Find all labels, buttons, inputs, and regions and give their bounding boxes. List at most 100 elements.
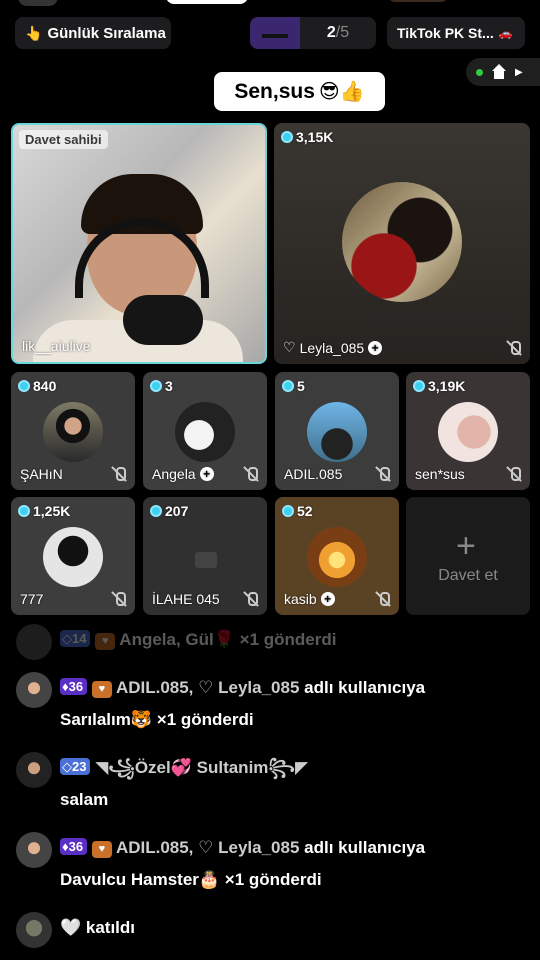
mic-muted-icon xyxy=(506,340,522,356)
live-home-bar[interactable]: ▶ xyxy=(466,58,540,86)
host-video-tile[interactable]: Davet sahibi lik__aiulive xyxy=(11,123,267,364)
gem-icon xyxy=(18,505,30,517)
mic-muted-icon xyxy=(375,591,391,607)
mic-muted-icon xyxy=(375,466,391,482)
guest-tile-kasib[interactable]: 52 kasib + xyxy=(275,497,399,615)
top-chips-row: 👆 Günlük Sıralama ▬▬ 2/5 TikTok PK St...… xyxy=(15,17,525,49)
guest-name: ADIL.085 xyxy=(284,466,343,482)
guest-tile-leyla[interactable]: 3,15K ♡ Leyla_085 + xyxy=(274,123,530,364)
gift-count: 52 xyxy=(282,503,313,519)
follow-plus-icon[interactable]: + xyxy=(320,592,335,606)
gem-icon xyxy=(150,505,162,517)
avatar[interactable] xyxy=(342,182,462,302)
chat-message: ◇23 ◥꧁Özel💞 Sultanim꧂◤ salam xyxy=(16,752,524,816)
guest-name: ♡ Leyla_085 + xyxy=(283,339,383,356)
heart-badge-icon: ♥ xyxy=(91,841,112,858)
avatar[interactable] xyxy=(307,402,367,462)
avatar[interactable] xyxy=(43,402,103,462)
gem-icon xyxy=(281,131,293,143)
avatar[interactable] xyxy=(307,527,367,587)
room-title: Sen,sus 😎👍 xyxy=(214,72,385,111)
chat-text: ♦36 ♥ ADIL.085, ♡ Leyla_085 adlı kullanı… xyxy=(60,838,426,889)
gift-count: 840 xyxy=(18,378,56,394)
guest-tile-sahin[interactable]: 840 ŞAHıN xyxy=(11,372,135,490)
guest-name: İLAHE 045 xyxy=(152,591,220,607)
heart-badge-icon: ♥ xyxy=(95,633,116,650)
gift-count: 207 xyxy=(150,503,188,519)
follow-plus-icon[interactable]: + xyxy=(368,340,383,355)
invite-tile[interactable]: + Davet et xyxy=(406,497,530,615)
chat-text: ♦36 ♥ ADIL.085, ♡ Leyla_085 adlı kullanı… xyxy=(60,678,426,729)
avatar[interactable] xyxy=(16,672,52,708)
gift-count: 5 xyxy=(282,378,305,394)
pk-progress-button[interactable]: ▬▬ 2/5 xyxy=(250,17,376,49)
level-badge: ◇14 xyxy=(60,630,91,647)
host-badge: Davet sahibi xyxy=(19,130,108,149)
chat-message: ♦36 ♥ ADIL.085, ♡ Leyla_085 adlı kullanı… xyxy=(16,832,524,896)
guest-tile-777[interactable]: 1,25K 777 xyxy=(11,497,135,615)
top-cut-strip xyxy=(0,0,540,8)
live-indicator-icon xyxy=(476,68,483,76)
play-arrow-icon[interactable]: ▶ xyxy=(515,67,523,78)
heart-badge-icon: ♥ xyxy=(91,681,112,698)
gift-count: 1,25K xyxy=(18,503,70,519)
viewer-avatars[interactable] xyxy=(388,0,448,2)
chat-message: 🤍 katıldı xyxy=(16,912,524,948)
follow-plus-icon[interactable]: + xyxy=(199,467,214,481)
avatar[interactable] xyxy=(175,402,235,462)
sticker-icon: 🚗 xyxy=(498,27,513,40)
guest-tile-adil[interactable]: 5 ADIL.085 xyxy=(275,372,399,490)
gem-icon xyxy=(18,380,30,392)
guest-name: kasib + xyxy=(284,591,335,607)
chat-text: ◇14 ♥ Angela, Gül🌹 ×1 gönderdi xyxy=(60,630,337,650)
avatar[interactable] xyxy=(438,402,498,462)
avatar[interactable] xyxy=(16,912,52,948)
guest-tile-sensus[interactable]: 3,19K sen*sus xyxy=(406,372,530,490)
avatar[interactable] xyxy=(18,0,58,6)
pk-stream-button[interactable]: TikTok PK St... 🚗 xyxy=(387,17,525,49)
gem-icon xyxy=(150,380,162,392)
guest-tile-angela[interactable]: 3 Angela + xyxy=(143,372,267,490)
add-icon: + xyxy=(456,527,476,565)
pk-stream-label: TikTok PK St... xyxy=(397,25,494,41)
sunglasses-icon: ▬▬ xyxy=(250,17,300,49)
home-icon[interactable] xyxy=(491,64,507,80)
guest-name: Angela + xyxy=(152,466,214,482)
guest-name: ŞAHıN xyxy=(20,466,63,482)
gift-count: 3,15K xyxy=(281,129,333,145)
chat-text: 🤍 katıldı xyxy=(60,918,136,937)
mic-muted-icon xyxy=(111,591,127,607)
host-badge-label: Davet sahibi xyxy=(25,132,102,147)
invite-label: Davet et xyxy=(438,567,498,584)
mic-muted-icon xyxy=(111,466,127,482)
host-video xyxy=(33,174,243,362)
room-title-emoji: 😎👍 xyxy=(318,81,365,103)
gem-icon xyxy=(413,380,425,392)
guest-name: 777 xyxy=(20,591,44,607)
daily-ranking-button[interactable]: 👆 Günlük Sıralama xyxy=(15,17,171,49)
level-badge: ♦36 xyxy=(60,838,88,855)
follow-pill[interactable] xyxy=(166,0,248,4)
avatar[interactable] xyxy=(16,832,52,868)
avatar[interactable] xyxy=(16,752,52,788)
guest-name: sen*sus xyxy=(415,466,465,482)
gift-count: 3,19K xyxy=(413,378,465,394)
daily-ranking-label: Günlük Sıralama xyxy=(47,24,166,42)
mic-muted-icon xyxy=(506,466,522,482)
avatar[interactable] xyxy=(43,527,103,587)
gift-count: 3 xyxy=(150,378,173,394)
gem-icon xyxy=(282,505,294,517)
level-badge: ♦36 xyxy=(60,678,88,695)
chat-text: ◇23 ◥꧁Özel💞 Sultanim꧂◤ salam xyxy=(60,758,309,809)
pointing-hand-icon: 👆 xyxy=(25,24,43,41)
mic-muted-icon xyxy=(243,466,259,482)
avatar[interactable] xyxy=(16,624,52,660)
gem-icon xyxy=(282,380,294,392)
cup-icon xyxy=(195,552,217,568)
mic-muted-icon xyxy=(243,591,259,607)
guest-tile-ilahe[interactable]: 207 İLAHE 045 xyxy=(143,497,267,615)
room-title-text: Sen,sus xyxy=(234,79,315,103)
host-name: lik__aiulive xyxy=(22,338,91,354)
microphone-icon xyxy=(123,295,203,345)
chat-message: ♦36 ♥ ADIL.085, ♡ Leyla_085 adlı kullanı… xyxy=(16,672,524,736)
